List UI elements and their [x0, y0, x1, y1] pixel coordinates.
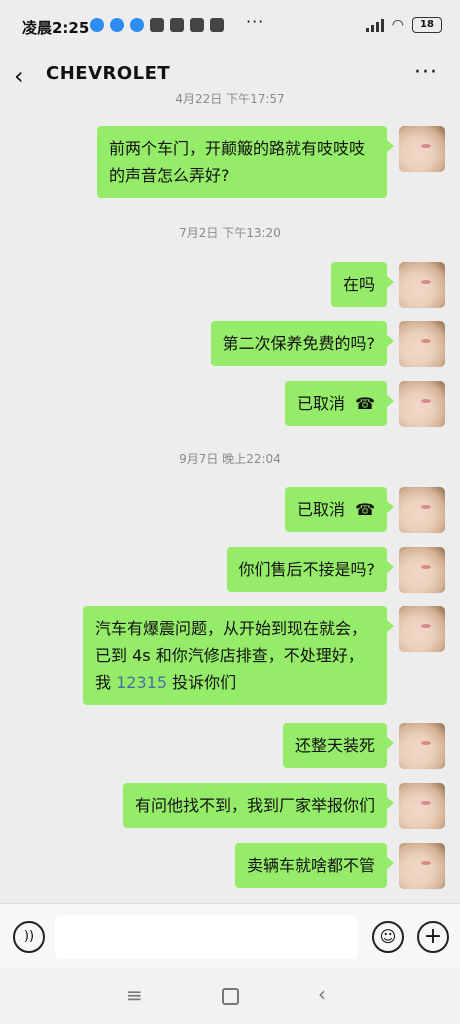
message-row[interactable]: 还整天装死 — [282, 723, 445, 769]
chat-title: CHEVROLET — [46, 63, 171, 84]
message-text: 投诉你们 — [167, 673, 237, 692]
avatar[interactable] — [399, 381, 445, 427]
avatar[interactable] — [399, 487, 445, 533]
message-row[interactable]: 已取消 ☎ — [285, 381, 445, 427]
hang-up-icon: ☎ — [355, 500, 375, 519]
app-notification-icon — [110, 18, 124, 32]
signal-icon — [365, 18, 384, 32]
message-row[interactable]: 在吗 — [330, 262, 445, 308]
avatar[interactable] — [399, 126, 445, 172]
recent-apps-icon[interactable]: ≡ — [126, 983, 143, 1007]
message-row[interactable]: 汽车有爆震问题，从开始到现在就会，已到 4s 和你汽修店排查，不处理好，我 12… — [83, 606, 445, 705]
battery-icon: 18 — [412, 17, 442, 33]
message-bubble[interactable]: 第二次保养免费的吗? — [210, 321, 394, 366]
app-notification-icon — [150, 18, 164, 32]
avatar[interactable] — [399, 843, 445, 889]
message-bubble[interactable]: 已取消 ☎ — [285, 487, 394, 532]
message-bubble[interactable]: 汽车有爆震问题，从开始到现在就会，已到 4s 和你汽修店排查，不处理好，我 12… — [83, 606, 394, 705]
message-bubble[interactable]: 已取消 ☎ — [285, 381, 394, 426]
system-nav-bar: ≡ ‹ — [0, 969, 460, 1024]
avatar[interactable] — [399, 262, 445, 308]
input-bar: )) ☺ + — [0, 903, 460, 970]
avatar[interactable] — [399, 547, 445, 593]
status-time: 凌晨2:25 — [22, 19, 90, 37]
emoji-icon[interactable]: ☺ — [372, 921, 404, 953]
status-bar: 凌晨2:25 ··· ◠ 18 — [0, 0, 460, 52]
nav-back-icon[interactable]: ‹ — [318, 982, 326, 1006]
more-notifications-icon: ··· — [246, 12, 265, 31]
home-icon[interactable] — [222, 988, 239, 1005]
message-row[interactable]: 有问他找不到，我到厂家举报你们 — [122, 783, 445, 829]
message-bubble[interactable]: 前两个车门，开颠簸的路就有吱吱吱的声音怎么弄好? — [97, 126, 394, 198]
message-row[interactable]: 第二次保养免费的吗? — [210, 321, 445, 367]
avatar[interactable] — [399, 321, 445, 367]
voice-input-icon[interactable]: )) — [13, 921, 45, 953]
message-bubble[interactable]: 你们售后不接是吗? — [226, 547, 394, 592]
phone-number-link[interactable]: 12315 — [116, 673, 167, 692]
message-row[interactable]: 前两个车门，开颠簸的路就有吱吱吱的声音怎么弄好? — [97, 126, 445, 198]
call-cancelled-label: 已取消 — [297, 394, 346, 413]
wifi-icon: ◠ — [391, 17, 404, 33]
app-notification-icon — [210, 18, 224, 32]
avatar[interactable] — [399, 606, 445, 652]
chat-timestamp: 4月22日 下午17:57 — [175, 92, 285, 106]
message-row[interactable]: 卖辆车就啥都不管 — [234, 843, 445, 889]
message-bubble[interactable]: 在吗 — [330, 262, 395, 307]
message-bubble[interactable]: 有问他找不到，我到厂家举报你们 — [122, 783, 395, 828]
avatar[interactable] — [399, 783, 445, 829]
message-input[interactable] — [55, 915, 358, 959]
call-cancelled-label: 已取消 — [297, 500, 346, 519]
chat-area[interactable]: 4月22日 下午17:57 前两个车门，开颠簸的路就有吱吱吱的声音怎么弄好? 7… — [0, 86, 460, 901]
message-row[interactable]: 你们售后不接是吗? — [226, 547, 445, 593]
message-bubble[interactable]: 还整天装死 — [282, 723, 395, 768]
more-options-icon[interactable]: ··· — [414, 60, 438, 85]
avatar[interactable] — [399, 723, 445, 769]
message-bubble[interactable]: 卖辆车就啥都不管 — [234, 843, 395, 888]
hang-up-icon: ☎ — [355, 394, 375, 413]
chat-timestamp: 7月2日 下午13:20 — [179, 226, 281, 240]
app-notification-icon — [90, 18, 104, 32]
app-notification-icon — [170, 18, 184, 32]
app-notification-icon — [130, 18, 144, 32]
message-row[interactable]: 已取消 ☎ — [285, 487, 445, 533]
status-right: ◠ 18 — [365, 17, 442, 33]
notification-icons — [90, 18, 224, 32]
plus-icon[interactable]: + — [417, 921, 449, 953]
chat-timestamp: 9月7日 晚上22:04 — [179, 452, 281, 466]
app-notification-icon — [190, 18, 204, 32]
